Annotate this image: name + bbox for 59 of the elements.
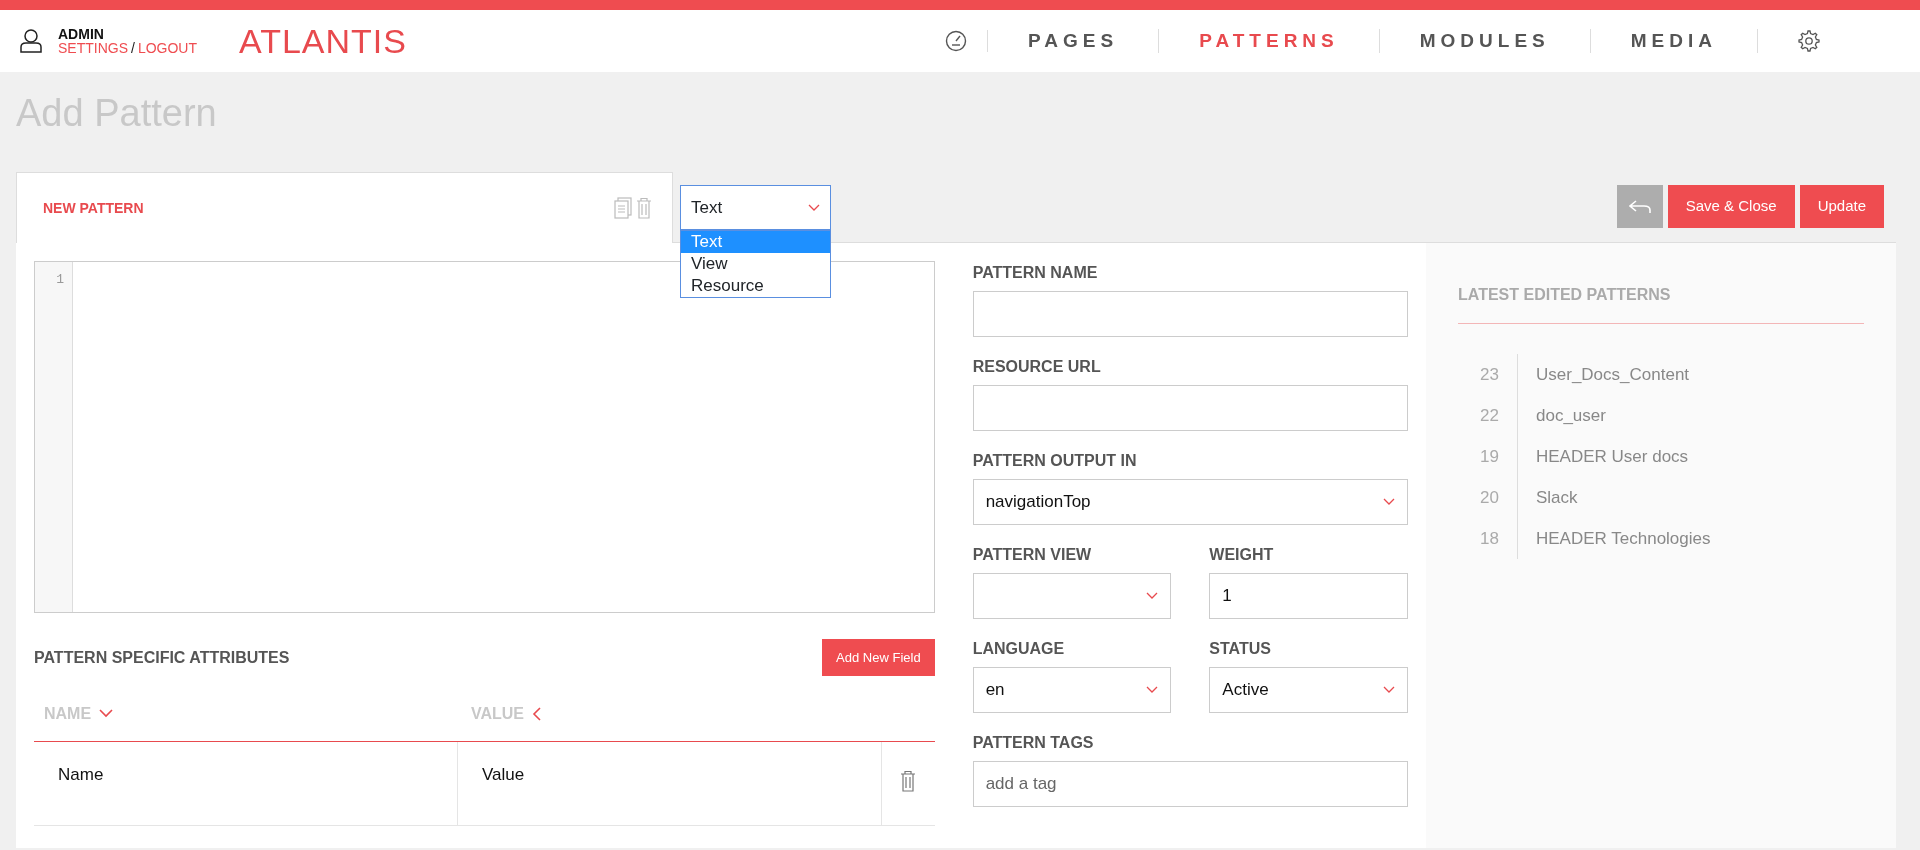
gauge-icon	[945, 30, 968, 52]
select-field[interactable]: Active	[1209, 667, 1408, 713]
chevron-down-icon	[1383, 686, 1395, 694]
item-number: 23	[1458, 354, 1518, 395]
back-arrow-icon	[1628, 199, 1651, 214]
field-label: RESOURCE URL	[972, 357, 1102, 377]
header-link[interactable]: LOGOUT	[137, 39, 198, 56]
action-button[interactable]: Update	[1799, 185, 1884, 228]
pattern-link[interactable]: HEADER Technologies	[1518, 525, 1711, 552]
field-label: PATTERN OUTPUT IN	[972, 451, 1138, 471]
document-icon[interactable]	[614, 197, 632, 219]
dropdown-option[interactable]: Resource	[681, 275, 830, 297]
add-field-button[interactable]: Add New Field	[822, 639, 935, 676]
input-field[interactable]	[972, 291, 1408, 337]
pattern-link[interactable]: User_Docs_Content	[1518, 361, 1690, 388]
logo: ATLANTIS	[239, 20, 407, 62]
trash-icon[interactable]	[900, 770, 916, 792]
pattern-link[interactable]: doc_user	[1518, 402, 1606, 429]
field-label: WEIGHT	[1209, 545, 1275, 565]
pattern-tab[interactable]: NEW PATTERN	[16, 172, 673, 243]
table-cell: Name	[34, 742, 458, 825]
dropdown-option[interactable]: Text	[681, 231, 830, 253]
input-field[interactable]	[972, 385, 1408, 431]
field-label: PATTERN VIEW	[972, 545, 1093, 565]
side-title: LATEST EDITED PATTERNS	[1458, 283, 1864, 324]
back-button[interactable]	[1616, 185, 1663, 228]
link-separator: /	[131, 39, 135, 56]
field-label: LANGUAGE	[972, 639, 1066, 659]
field-label: STATUS	[1209, 639, 1272, 659]
input-field[interactable]: add a tag	[972, 761, 1408, 807]
select-field[interactable]: navigationTop	[972, 479, 1408, 525]
nav-tab[interactable]: PATTERNS	[1159, 29, 1380, 53]
input-field[interactable]: 1	[1209, 573, 1408, 619]
chevron-down-icon	[1146, 592, 1159, 600]
section-title: PATTERN SPECIFIC ATTRIBUTES	[34, 647, 290, 668]
header-link[interactable]: SETTINGS	[58, 39, 128, 56]
pattern-link[interactable]: Slack	[1518, 484, 1578, 511]
item-number: 22	[1458, 395, 1518, 436]
line-number: 1	[55, 271, 64, 289]
action-button[interactable]: Save & Close	[1667, 185, 1795, 228]
chevron-down-icon	[1383, 498, 1395, 506]
table-cell: Value	[458, 742, 882, 825]
nav-tab[interactable]: MODULES	[1379, 29, 1591, 53]
field-label: PATTERN TAGS	[972, 733, 1095, 753]
field-label: PATTERN NAME	[972, 263, 1099, 283]
pattern-link[interactable]: HEADER User docs	[1518, 443, 1689, 470]
item-number: 18	[1458, 518, 1518, 559]
select-field[interactable]: en	[972, 667, 1172, 713]
nav-tab[interactable]: MEDIA	[1590, 29, 1758, 53]
chevron-down-icon	[1146, 686, 1159, 694]
trash-icon[interactable]	[636, 197, 652, 219]
settings-icon	[1798, 30, 1820, 52]
item-number: 20	[1458, 477, 1518, 518]
item-number: 19	[1458, 436, 1518, 477]
select-field[interactable]	[972, 573, 1172, 619]
nav-tab[interactable]: PAGES	[988, 29, 1160, 53]
chevron-down-icon	[808, 203, 820, 212]
user-name: ADMIN	[58, 26, 105, 41]
user-icon	[20, 29, 42, 53]
